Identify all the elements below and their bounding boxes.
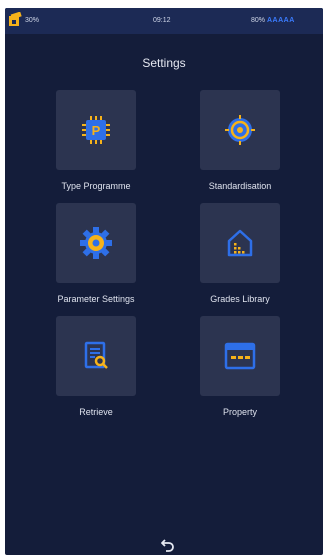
page-title: Settings: [142, 56, 186, 70]
tile-label-property: Property: [222, 407, 257, 417]
tile-label-parameter-settings: Parameter Settings: [57, 294, 135, 304]
tile-parameter-settings[interactable]: [56, 203, 136, 283]
chip-icon: P: [82, 116, 110, 144]
tile-label-grades-library: Grades Library: [210, 294, 270, 304]
status-left-percent: 30%: [25, 17, 40, 24]
target-icon: [225, 115, 255, 145]
tile-type-programme[interactable]: P: [56, 90, 136, 170]
tile-property[interactable]: [200, 316, 280, 396]
status-bar: 30% 09:12 80% AAAAA: [5, 8, 323, 34]
tile-retrieve[interactable]: [56, 316, 136, 396]
return-arrow-icon: [161, 539, 174, 552]
tile-standardisation[interactable]: [200, 90, 280, 170]
window-icon: [224, 342, 256, 370]
home-library-icon: [227, 229, 253, 257]
app-status-icon: [9, 12, 22, 26]
document-search-icon: [84, 341, 108, 369]
status-accent-text: AAAAA: [267, 17, 295, 24]
tile-label-standardisation: Standardisation: [208, 181, 272, 191]
status-battery-percent: 80%: [251, 17, 266, 24]
tile-grades-library[interactable]: [200, 203, 280, 283]
svg-text:P: P: [92, 123, 101, 138]
back-button[interactable]: [155, 536, 181, 554]
device-screen: 30% 09:12 80% AAAAA Settings P Type Prog…: [5, 8, 323, 555]
tile-label-type-programme: Type Programme: [61, 181, 131, 191]
gear-icon: [80, 227, 112, 259]
tile-label-retrieve: Retrieve: [79, 407, 113, 417]
status-time: 09:12: [153, 17, 171, 24]
